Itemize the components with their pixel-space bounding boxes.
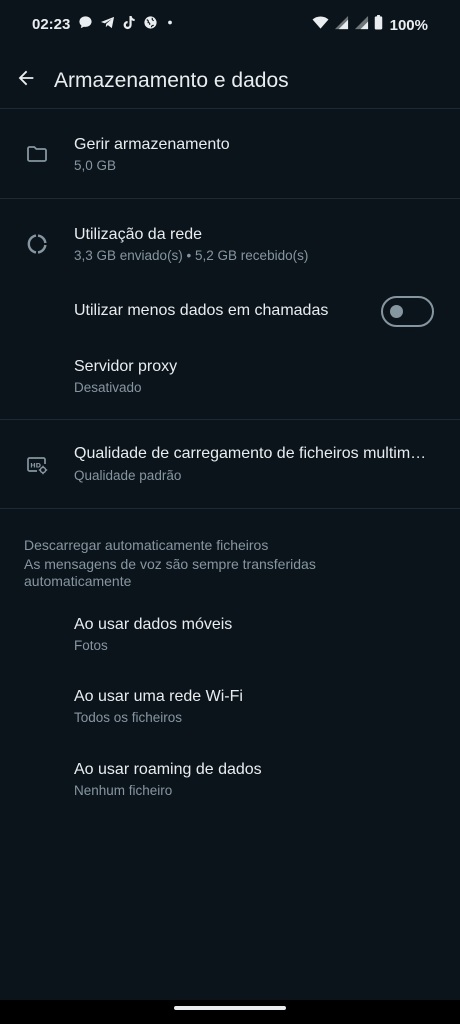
folder-icon [24, 141, 50, 167]
divider [0, 198, 460, 199]
tiktok-icon [122, 15, 136, 35]
mobile-data-value: Fotos [74, 638, 108, 653]
wifi-title: Ao usar uma rede Wi-Fi [74, 688, 243, 705]
proxy-server-item[interactable]: Servidor proxy Desativado [0, 344, 460, 418]
less-data-calls-toggle[interactable] [381, 296, 434, 327]
auto-download-mobile-item[interactable]: Ao usar dados móveis Fotos [0, 600, 460, 672]
back-button[interactable] [10, 64, 42, 96]
dot-icon [165, 15, 175, 35]
svg-text:HD: HD [30, 462, 41, 470]
manage-storage-size: 5,0 GB [74, 158, 117, 173]
network-usage-item[interactable]: Utilização da rede 3,3 GB enviado(s) • 5… [0, 202, 460, 278]
toggle-knob [390, 305, 403, 318]
wifi-value: Todos os ficheiros [74, 710, 183, 725]
divider [0, 508, 460, 509]
signal-icon [354, 15, 369, 35]
battery-icon [374, 15, 383, 35]
status-bar: 02:23 100% [0, 0, 460, 52]
telegram-icon [100, 15, 115, 35]
system-icons: 100% [312, 15, 428, 35]
hd-settings-icon: HD [24, 452, 50, 478]
divider [0, 108, 460, 109]
auto-download-roaming-item[interactable]: Ao usar roaming de dados Nenhum ficheiro [0, 746, 460, 818]
auto-download-wifi-item[interactable]: Ao usar uma rede Wi-Fi Todos os ficheiro… [0, 673, 460, 745]
globe-icon [143, 15, 158, 35]
auto-download-description: As mensagens de voz são sempre transferi… [24, 556, 316, 589]
navigation-bar [0, 1000, 460, 1024]
less-data-calls-title: Utilizar menos dados em chamadas [74, 302, 329, 319]
manage-storage-item[interactable]: Gerir armazenamento 5,0 GB [0, 112, 460, 198]
home-gesture-handle[interactable] [174, 1006, 286, 1010]
less-data-calls-item[interactable]: Utilizar menos dados em chamadas [0, 280, 460, 344]
proxy-title: Servidor proxy [74, 358, 178, 375]
media-quality-title: Qualidade de carregamento de ficheiros m… [74, 445, 434, 462]
data-usage-icon [24, 231, 50, 257]
battery-percentage: 100% [389, 16, 428, 34]
arrow-left-icon [15, 67, 37, 94]
auto-download-header: Descarregar automaticamente ficheiros [24, 537, 269, 553]
manage-storage-title: Gerir armazenamento [74, 136, 230, 153]
proxy-status: Desativado [74, 380, 142, 395]
status-time: 02:23 [32, 16, 71, 33]
signal-icon [334, 15, 349, 35]
roaming-title: Ao usar roaming de dados [74, 761, 262, 778]
chat-bubble-icon [78, 15, 93, 35]
mobile-data-title: Ao usar dados móveis [74, 616, 233, 633]
notification-icons [78, 15, 175, 35]
media-quality-value: Qualidade padrão [74, 468, 182, 483]
wifi-icon [312, 15, 329, 35]
network-usage-stats: 3,3 GB enviado(s) • 5,2 GB recebido(s) [74, 248, 309, 263]
network-usage-title: Utilização da rede [74, 226, 203, 243]
roaming-value: Nenhum ficheiro [74, 783, 173, 798]
app-bar: Armazenamento e dados [0, 52, 460, 110]
screen: 02:23 100% Armazenamento e dados Gerir a… [0, 0, 460, 1024]
media-upload-quality-item[interactable]: HD Qualidade de carregamento de ficheiro… [0, 420, 460, 508]
page-title: Armazenamento e dados [54, 69, 289, 92]
